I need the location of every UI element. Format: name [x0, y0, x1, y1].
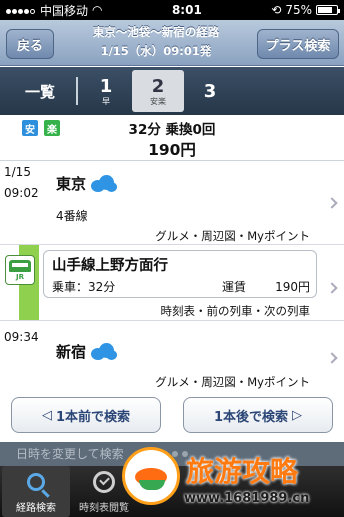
duration-transfers: 32分 乗換0回	[128, 122, 216, 138]
arrival-time: 09:34	[4, 330, 39, 344]
back-button[interactable]: 戻る	[6, 29, 54, 59]
tab-divider	[76, 77, 78, 105]
watermark-url: www.1681989.cn	[184, 491, 310, 506]
change-datetime-text[interactable]: 日時を変更して検索	[16, 445, 124, 462]
wifi-icon: ◠	[92, 3, 103, 17]
status-time: 8:01	[171, 3, 202, 17]
arrival-station-name: 新宿	[56, 342, 87, 361]
tab-route-label: 早	[102, 97, 110, 106]
navigation-bar: 戻る 東京〜池袋〜新宿の経路 1/15（水）09:01発 プラス検索	[0, 20, 344, 66]
signal-icon	[6, 3, 36, 17]
route-title: 東京〜池袋〜新宿の経路	[92, 25, 220, 39]
tab-route-number: 3	[203, 80, 217, 102]
total-fare: 190円	[148, 141, 196, 159]
search-later-button[interactable]: 1本後で検索 ▷	[183, 397, 333, 433]
chevron-right-icon	[326, 282, 338, 294]
train-links[interactable]: 時刻表・前の列車・次の列車	[161, 303, 311, 319]
departure-station: 東京	[56, 172, 118, 194]
fare-label: 運賃	[222, 280, 247, 294]
tab-route-label: 安楽	[150, 97, 166, 106]
arrival-links[interactable]: グルメ・周辺図・Myポイント	[155, 374, 310, 390]
cloud-icon	[88, 172, 118, 194]
watermark-title: 旅游攻略	[186, 455, 299, 488]
jr-train-icon: JR	[5, 255, 35, 285]
tab-route-search[interactable]: 経路検索	[2, 466, 70, 517]
divider	[0, 244, 344, 245]
search-shift-buttons: ◁ 1本前で検索 1本後で検索 ▷	[0, 394, 344, 442]
route-tabs: 一覧 1 早 2 安楽 3	[0, 67, 344, 115]
search-icon	[27, 473, 45, 491]
route-detail: 1/15 09:02 東京 4番線 グルメ・周辺図・Myポイント JR 山手線上…	[0, 162, 344, 394]
jr-label: JR	[16, 272, 24, 281]
battery-percent: 75%	[285, 3, 312, 17]
tab-route-1[interactable]: 1 早	[80, 67, 132, 115]
tab-route-search-label: 経路検索	[16, 503, 56, 514]
search-earlier-label: 1本前で検索	[55, 409, 131, 425]
page-title: 東京〜池袋〜新宿の経路 1/15（水）09:01発	[60, 23, 252, 61]
tab-route-number: 2	[151, 76, 165, 97]
departure-time: 09:02	[4, 186, 39, 200]
departure-station-name: 東京	[56, 174, 87, 193]
arrival-row[interactable]: 09:34 新宿 グルメ・周辺図・Myポイント	[0, 321, 344, 394]
cloud-icon	[88, 340, 118, 362]
search-earlier-button[interactable]: ◁ 1本前で検索	[11, 397, 161, 433]
battery-icon	[316, 5, 340, 15]
tab-route-3[interactable]: 3	[184, 67, 236, 115]
clock-icon	[93, 471, 115, 493]
segment-fare: 190円	[275, 280, 310, 294]
ride-duration: 乗車：32分	[52, 280, 116, 294]
tab-list-label: 一覧	[24, 82, 55, 101]
route-datetime: 1/15（水）09:01発	[100, 44, 212, 58]
departure-links[interactable]: グルメ・周辺図・Myポイント	[155, 228, 310, 244]
departure-date: 1/15	[4, 165, 31, 179]
right-arrow-icon: ▷	[292, 407, 303, 423]
arrival-station: 新宿	[56, 340, 118, 362]
carrier-label: 中国移动	[40, 3, 89, 18]
search-later-label: 1本後で検索	[213, 409, 289, 425]
chevron-right-icon	[326, 197, 338, 209]
departure-row[interactable]: 1/15 09:02 東京 4番線 グルメ・周辺図・Myポイント	[0, 162, 344, 244]
watermark: 旅游攻略 www.1681989.cn	[122, 442, 336, 517]
departure-platform: 4番線	[56, 209, 88, 223]
left-arrow-icon: ◁	[41, 407, 52, 423]
chevron-right-icon	[326, 352, 338, 364]
route-summary: 安 楽 32分 乗換0回 190円	[0, 115, 344, 161]
status-bar: 中国移动 ◠ 8:01 ⟲ 75%	[0, 0, 344, 20]
train-segment-card[interactable]: 山手線上野方面行 乗車：32分 運賃 190円	[43, 250, 317, 298]
rotation-lock-icon: ⟲	[271, 3, 282, 17]
watermark-logo	[122, 447, 180, 505]
plus-search-button[interactable]: プラス検索	[257, 29, 339, 59]
tab-route-2[interactable]: 2 安楽	[132, 70, 184, 112]
tab-list[interactable]: 一覧	[0, 67, 80, 115]
train-line-name: 山手線上野方面行	[52, 258, 168, 274]
tab-route-number: 1	[99, 76, 113, 97]
